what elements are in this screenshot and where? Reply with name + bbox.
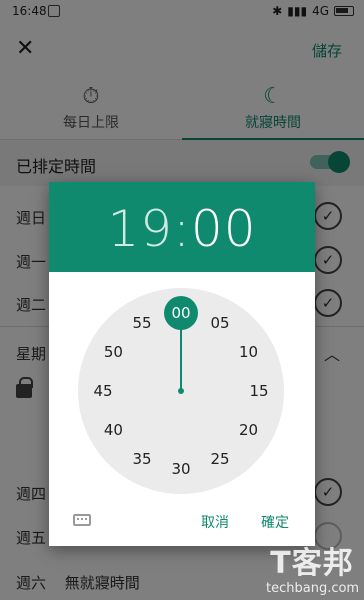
dial-number-15[interactable]: 15 — [244, 381, 274, 401]
dial-number-55[interactable]: 55 — [127, 313, 157, 333]
dial-number-05[interactable]: 05 — [205, 313, 235, 333]
ok-button[interactable]: 確定 — [261, 512, 289, 532]
minute-value[interactable]: 00 — [191, 200, 257, 258]
dial-number-10[interactable]: 10 — [234, 342, 264, 362]
keyboard-icon[interactable] — [73, 514, 91, 526]
dial-number-25[interactable]: 25 — [205, 449, 235, 469]
dial-number-30[interactable]: 30 — [166, 459, 196, 479]
dial-number-35[interactable]: 35 — [127, 449, 157, 469]
watermark-logo: T客邦 — [270, 546, 354, 581]
time-separator: : — [173, 200, 191, 258]
dialog-actions: 取消 確定 — [49, 504, 315, 546]
dial-number-20[interactable]: 20 — [234, 420, 264, 440]
time-display: 19:00 — [49, 200, 315, 258]
watermark-site: techbang.com — [266, 581, 360, 596]
dial-number-50[interactable]: 50 — [98, 342, 128, 362]
watermark: T客邦 techbang.com — [266, 546, 360, 597]
cancel-button[interactable]: 取消 — [201, 512, 229, 532]
dial-number-00[interactable]: 00 — [166, 303, 196, 323]
clock-dial[interactable]: 00 05 10 15 20 25 30 35 40 45 50 55 — [78, 288, 284, 494]
dial-number-45[interactable]: 45 — [88, 381, 118, 401]
clock-center — [178, 388, 184, 394]
dial-number-40[interactable]: 40 — [98, 420, 128, 440]
hour-value[interactable]: 19 — [107, 200, 173, 258]
time-header: 19:00 — [49, 182, 315, 272]
time-picker-dialog: 19:00 00 05 10 15 20 25 30 35 40 45 50 55 取消 確定 — [49, 182, 315, 546]
